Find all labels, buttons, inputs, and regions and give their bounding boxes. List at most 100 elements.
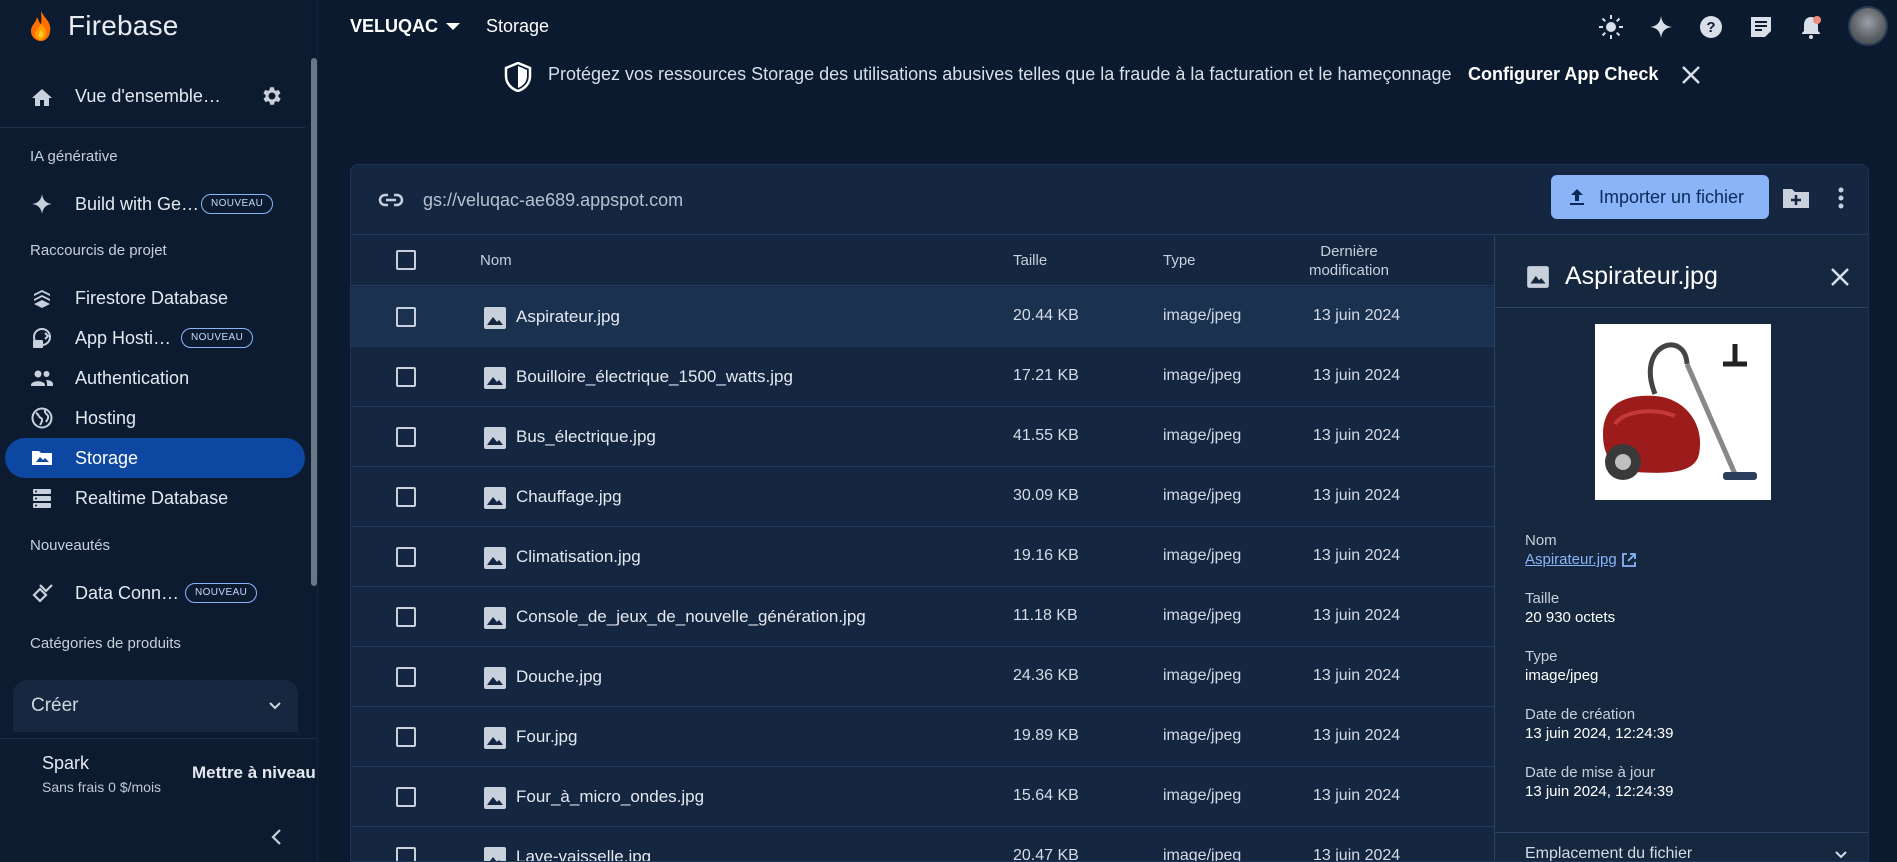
collapse-sidebar-icon[interactable] <box>266 826 288 848</box>
file-name[interactable]: Lave-vaisselle.jpg <box>516 847 651 861</box>
link-icon[interactable] <box>377 188 405 212</box>
file-name[interactable]: Bus_électrique.jpg <box>516 427 656 447</box>
close-icon[interactable] <box>1680 64 1702 86</box>
configure-app-check-link[interactable]: Configurer App Check <box>1468 64 1658 85</box>
detail-size: Taille 20 930 octets <box>1525 590 1615 626</box>
file-name[interactable]: Douche.jpg <box>516 667 602 687</box>
file-name[interactable]: Aspirateur.jpg <box>516 307 620 327</box>
table-row[interactable]: Bus_électrique.jpg 41.55 KB image/jpeg 13 j… <box>351 407 1494 467</box>
file-date: 13 juin 2024 <box>1313 787 1401 804</box>
sidebar-item-app-hosting[interactable]: App Hosti… NOUVEAU <box>5 318 305 358</box>
row-checkbox[interactable] <box>396 307 416 327</box>
table-row[interactable]: Lave-vaisselle.jpg 20.47 KB image/jpeg 13 j… <box>351 827 1494 862</box>
file-name[interactable]: Bouilloire_électrique_1500_watts.jpg <box>516 367 793 387</box>
upgrade-button[interactable]: Mettre à niveau <box>192 763 316 783</box>
feedback-icon[interactable] <box>1748 14 1774 40</box>
file-type: image/jpeg <box>1163 727 1242 744</box>
project-selector[interactable]: VELUQAC <box>350 16 461 37</box>
banner-text: Protégez vos ressources Storage des util… <box>548 64 1452 84</box>
create-folder-icon[interactable] <box>1781 185 1811 211</box>
more-vert-icon[interactable] <box>1835 185 1847 211</box>
plan-info: Spark Sans frais 0 $/mois Mettre à nivea… <box>0 738 318 810</box>
column-size[interactable]: Taille <box>1013 252 1047 269</box>
row-checkbox[interactable] <box>396 367 416 387</box>
section-categories: Catégories de produits <box>30 635 181 652</box>
file-name[interactable]: Four.jpg <box>516 727 577 747</box>
avatar[interactable] <box>1848 6 1888 46</box>
file-date: 13 juin 2024 <box>1313 667 1401 684</box>
row-checkbox[interactable] <box>396 787 416 807</box>
table-row[interactable]: Console_de_jeux_de_nouvelle_génération.j… <box>351 587 1494 647</box>
image-icon <box>484 367 506 389</box>
file-date: 13 juin 2024 <box>1313 847 1401 862</box>
sidebar-scrollbar[interactable] <box>311 58 317 586</box>
select-all-checkbox[interactable] <box>396 250 416 270</box>
sidebar-item-authentication[interactable]: Authentication <box>5 358 305 398</box>
row-checkbox[interactable] <box>396 607 416 627</box>
file-name[interactable]: Chauffage.jpg <box>516 487 622 507</box>
database-icon <box>33 489 51 508</box>
file-name[interactable]: Console_de_jeux_de_nouvelle_génération.j… <box>516 607 866 627</box>
table-row[interactable]: Bouilloire_électrique_1500_watts.jpg 17.2… <box>351 347 1494 407</box>
file-name[interactable]: Four_à_micro_ondes.jpg <box>516 787 704 807</box>
sidebar-item-storage[interactable]: Storage <box>5 438 305 478</box>
table-row[interactable]: Climatisation.jpg 19.16 KB image/jpeg 13 ju… <box>351 527 1494 587</box>
help-icon[interactable]: ? <box>1698 14 1724 40</box>
sidebar-item-overview[interactable]: Vue d'ensemble… <box>0 70 306 126</box>
vacuum-cleaner-image <box>1595 324 1771 500</box>
column-last-modified[interactable]: Dernière modification <box>1289 242 1409 280</box>
image-preview[interactable] <box>1595 324 1771 500</box>
sidebar-item-label: Authentication <box>75 368 190 388</box>
sidebar-item-label: Data Conn… <box>75 583 180 603</box>
table-row[interactable]: Chauffage.jpg 30.09 KB image/jpeg 13 juin 2… <box>351 467 1494 527</box>
row-checkbox[interactable] <box>396 667 416 687</box>
detail-updated-value: 13 juin 2024, 12:24:39 <box>1525 783 1674 800</box>
table-row[interactable]: Four_à_micro_ondes.jpg 15.64 KB image/jpeg… <box>351 767 1494 827</box>
caret-down-icon <box>446 23 461 30</box>
column-name[interactable]: Nom <box>480 252 512 269</box>
row-checkbox[interactable] <box>396 727 416 747</box>
file-date: 13 juin 2024 <box>1313 427 1401 444</box>
sidebar-item-realtime-database[interactable]: Realtime Database <box>5 478 305 518</box>
row-checkbox[interactable] <box>396 847 416 861</box>
sidebar-item-build-with-gemini[interactable]: Build with Ge… NOUVEAU <box>5 184 305 224</box>
file-size: 19.89 KB <box>1013 727 1079 744</box>
globe-icon <box>31 407 53 429</box>
row-checkbox[interactable] <box>396 547 416 567</box>
image-icon <box>484 547 506 569</box>
file-location-label: Emplacement du fichier <box>1525 845 1693 862</box>
detail-name-link[interactable]: Aspirateur.jpg <box>1525 551 1637 568</box>
file-type: image/jpeg <box>1163 847 1242 862</box>
column-last-modified-line1: Dernière <box>1320 243 1378 260</box>
table-row[interactable]: Four.jpg 19.89 KB image/jpeg 13 juin 2024 <box>351 707 1494 767</box>
sidebar-item-hosting[interactable]: Hosting <box>5 398 305 438</box>
sidebar-item-data-connect[interactable]: Data Conn… NOUVEAU <box>5 573 305 613</box>
notifications-icon[interactable] <box>1798 14 1824 40</box>
firebase-logo[interactable]: Firebase <box>28 8 179 44</box>
upload-label: Importer un fichier <box>1599 187 1745 207</box>
detail-created-label: Date de création <box>1525 706 1636 723</box>
gear-icon[interactable] <box>260 84 284 108</box>
sidebar-item-label: Hosting <box>75 408 137 428</box>
row-checkbox[interactable] <box>396 487 416 507</box>
file-size: 41.55 KB <box>1013 427 1079 444</box>
top-bar: VELUQAC Storage ? <box>318 0 1897 54</box>
detail-size-label: Taille <box>1525 590 1560 607</box>
file-location-section[interactable]: Emplacement du fichier <box>1495 832 1868 862</box>
sun-icon[interactable] <box>1598 14 1624 40</box>
sidebar-item-firestore[interactable]: Firestore Database <box>5 278 305 318</box>
table-row[interactable]: Douche.jpg 24.36 KB image/jpeg 13 juin 2024 <box>351 647 1494 707</box>
file-name[interactable]: Climatisation.jpg <box>516 547 641 567</box>
detail-type-value: image/jpeg <box>1525 667 1599 684</box>
create-category-toggle[interactable]: Créer <box>13 680 298 732</box>
bucket-bar: gs://veluqac-ae689.appspot.com Importer … <box>351 165 1868 235</box>
column-type[interactable]: Type <box>1163 252 1196 269</box>
close-icon[interactable] <box>1829 266 1851 288</box>
new-badge: NOUVEAU <box>185 583 258 603</box>
file-size: 30.09 KB <box>1013 487 1079 504</box>
chevron-down-icon <box>269 702 281 710</box>
upload-file-button[interactable]: Importer un fichier <box>1551 175 1769 219</box>
table-row[interactable]: Aspirateur.jpg 20.44 KB image/jpeg 13 juin … <box>351 287 1494 347</box>
row-checkbox[interactable] <box>396 427 416 447</box>
sparkle-icon[interactable] <box>1648 14 1674 40</box>
